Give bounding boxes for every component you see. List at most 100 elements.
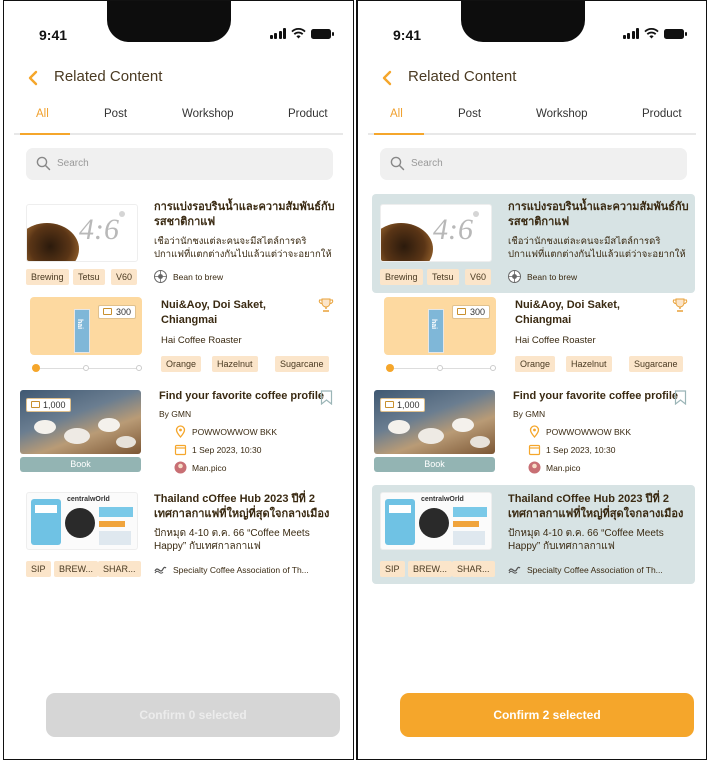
workshop-title: Find your favorite coffee profile xyxy=(159,390,325,402)
status-bar: 9:41 xyxy=(358,1,706,57)
workshop-date: 1 Sep 2023, 10:30 xyxy=(192,445,262,455)
product-card[interactable]: hai 300 Nui&Aoy, Doi Saket, Chiangmai Ha… xyxy=(372,297,695,377)
cellular-signal-icon xyxy=(269,28,286,39)
tag-chip: V60 xyxy=(111,269,138,285)
bookmark-icon[interactable] xyxy=(674,390,687,405)
tab-workshop[interactable]: Workshop xyxy=(536,108,588,120)
organization-logo-icon xyxy=(154,566,167,574)
page-title: Related Content xyxy=(54,68,163,85)
post-description: ปักหมุด 4-10 ต.ค. 66 “Coffee Meets Happy… xyxy=(508,528,664,552)
coin-icon xyxy=(31,401,40,408)
tag-chip: Tetsu xyxy=(427,269,459,285)
tab-post[interactable]: Post xyxy=(458,108,481,120)
tag-chip: Tetsu xyxy=(73,269,105,285)
battery-icon xyxy=(311,29,334,39)
post-thumbnail: 4:6 xyxy=(380,204,492,262)
author-avatar-icon xyxy=(508,270,521,283)
product-title: Nui&Aoy, Doi Saket, Chiangmai xyxy=(161,299,266,326)
post-card[interactable]: centralwOrld Thailand cOffee Hub 2023 ปี… xyxy=(18,485,341,584)
header: Related Content xyxy=(358,63,706,93)
search-icon xyxy=(36,156,51,171)
workshop-thumbnail: 1,000 xyxy=(20,390,141,454)
thumbnail-text: 4:6 xyxy=(433,213,473,246)
product-thumbnail: hai 300 xyxy=(30,297,142,355)
active-tab-indicator xyxy=(374,133,424,135)
post-card[interactable]: centralwOrld Thailand cOffee Hub 2023 ปี… xyxy=(372,485,695,584)
calendar-icon xyxy=(174,444,187,456)
status-time: 9:41 xyxy=(393,27,422,43)
post-thumbnail: 4:6 xyxy=(26,204,138,262)
tab-all[interactable]: All xyxy=(36,108,49,120)
host-avatar-icon xyxy=(174,461,187,474)
status-time: 9:41 xyxy=(39,27,68,43)
tab-product[interactable]: Product xyxy=(642,108,682,120)
workshop-title: Find your favorite coffee profile xyxy=(513,390,679,402)
workshop-organizer: By GMN xyxy=(513,409,546,419)
bookmark-icon[interactable] xyxy=(320,390,333,405)
back-arrow-icon[interactable] xyxy=(24,68,44,88)
search-icon xyxy=(390,156,405,171)
product-card[interactable]: hai 300 Nui&Aoy, Doi Saket, Chiangmai Ha… xyxy=(18,297,341,377)
tab-all[interactable]: All xyxy=(390,108,403,120)
tag-chip: Brewing xyxy=(26,269,69,285)
active-tab-indicator xyxy=(20,133,70,135)
confirm-button[interactable]: Confirm 0 selected xyxy=(46,693,340,737)
search-placeholder: Search xyxy=(57,158,89,169)
workshop-location: POWWOWWOW BKK xyxy=(192,427,277,437)
flavor-chip: Sugarcane xyxy=(629,356,683,372)
product-roaster: Hai Coffee Roaster xyxy=(161,335,242,346)
book-button[interactable]: Book xyxy=(374,457,495,472)
post-author: Specialty Coffee Association of Th... xyxy=(527,565,663,575)
workshop-host: Man.pico xyxy=(192,463,227,473)
thumbnail-text: 4:6 xyxy=(79,213,119,246)
tag-chip: V60 xyxy=(465,269,492,285)
post-description: ปักหมุด 4-10 ต.ค. 66 “Coffee Meets Happy… xyxy=(154,528,310,552)
author-avatar-icon xyxy=(154,270,167,283)
tag-chip: Brewing xyxy=(380,269,423,285)
location-pin-icon xyxy=(529,425,540,438)
product-thumbnail: hai 300 xyxy=(384,297,496,355)
post-card[interactable]: 4:6 การแบ่งรอบรินน้ำและความสัมพันธ์กับรส… xyxy=(18,194,341,293)
carousel-progress xyxy=(32,364,142,372)
confirm-button[interactable]: Confirm 2 selected xyxy=(400,693,694,737)
tab-product[interactable]: Product xyxy=(288,108,328,120)
workshop-card[interactable]: 1,000 Book Find your favorite coffee pro… xyxy=(372,387,695,479)
organization-logo-icon xyxy=(508,566,521,574)
workshop-card[interactable]: 1,000 Book Find your favorite coffee pro… xyxy=(18,387,341,479)
tag-chip: SHAR... xyxy=(98,561,141,577)
post-description: เชื่อว่านักชงแต่ละคนจะมีสไตล์การดริปกาแฟ… xyxy=(154,236,332,260)
tag-chip: SIP xyxy=(26,561,51,577)
flavor-chip: Hazelnut xyxy=(566,356,612,372)
flavor-chip: Orange xyxy=(161,356,202,372)
price-badge: 300 xyxy=(98,305,137,319)
post-title: การแบ่งรอบรินน้ำและความสัมพันธ์กับรสชาติ… xyxy=(154,201,335,228)
trophy-icon xyxy=(672,298,688,312)
post-thumbnail: centralwOrld xyxy=(380,492,492,550)
post-card[interactable]: 4:6 การแบ่งรอบรินน้ำและความสัมพันธ์กับรส… xyxy=(372,194,695,293)
post-thumbnail: centralwOrld xyxy=(26,492,138,550)
post-author: Bean to brew xyxy=(173,272,224,282)
product-price: 300 xyxy=(116,307,132,317)
price-badge: 1,000 xyxy=(380,398,425,412)
post-title: Thailand cOffee Hub 2023 ปีที่ 2 เทศกาลก… xyxy=(508,493,684,520)
search-input[interactable]: Search xyxy=(26,148,333,180)
workshop-price: 1,000 xyxy=(397,400,420,410)
carousel-progress xyxy=(386,364,496,372)
tag-chip: BREW... xyxy=(54,561,99,577)
book-button[interactable]: Book xyxy=(20,457,141,472)
price-badge: 1,000 xyxy=(26,398,71,412)
tag-chip: SIP xyxy=(380,561,405,577)
product-price: 300 xyxy=(470,307,486,317)
trophy-icon xyxy=(318,298,334,312)
tab-workshop[interactable]: Workshop xyxy=(182,108,234,120)
tag-chip: SHAR... xyxy=(452,561,495,577)
calendar-icon xyxy=(528,444,541,456)
system-icons xyxy=(622,28,687,39)
back-arrow-icon[interactable] xyxy=(378,68,398,88)
search-input[interactable]: Search xyxy=(380,148,687,180)
host-avatar-icon xyxy=(528,461,541,474)
tab-post[interactable]: Post xyxy=(104,108,127,120)
product-title: Nui&Aoy, Doi Saket, Chiangmai xyxy=(515,299,620,326)
tag-chip: BREW... xyxy=(408,561,453,577)
workshop-price: 1,000 xyxy=(43,400,66,410)
